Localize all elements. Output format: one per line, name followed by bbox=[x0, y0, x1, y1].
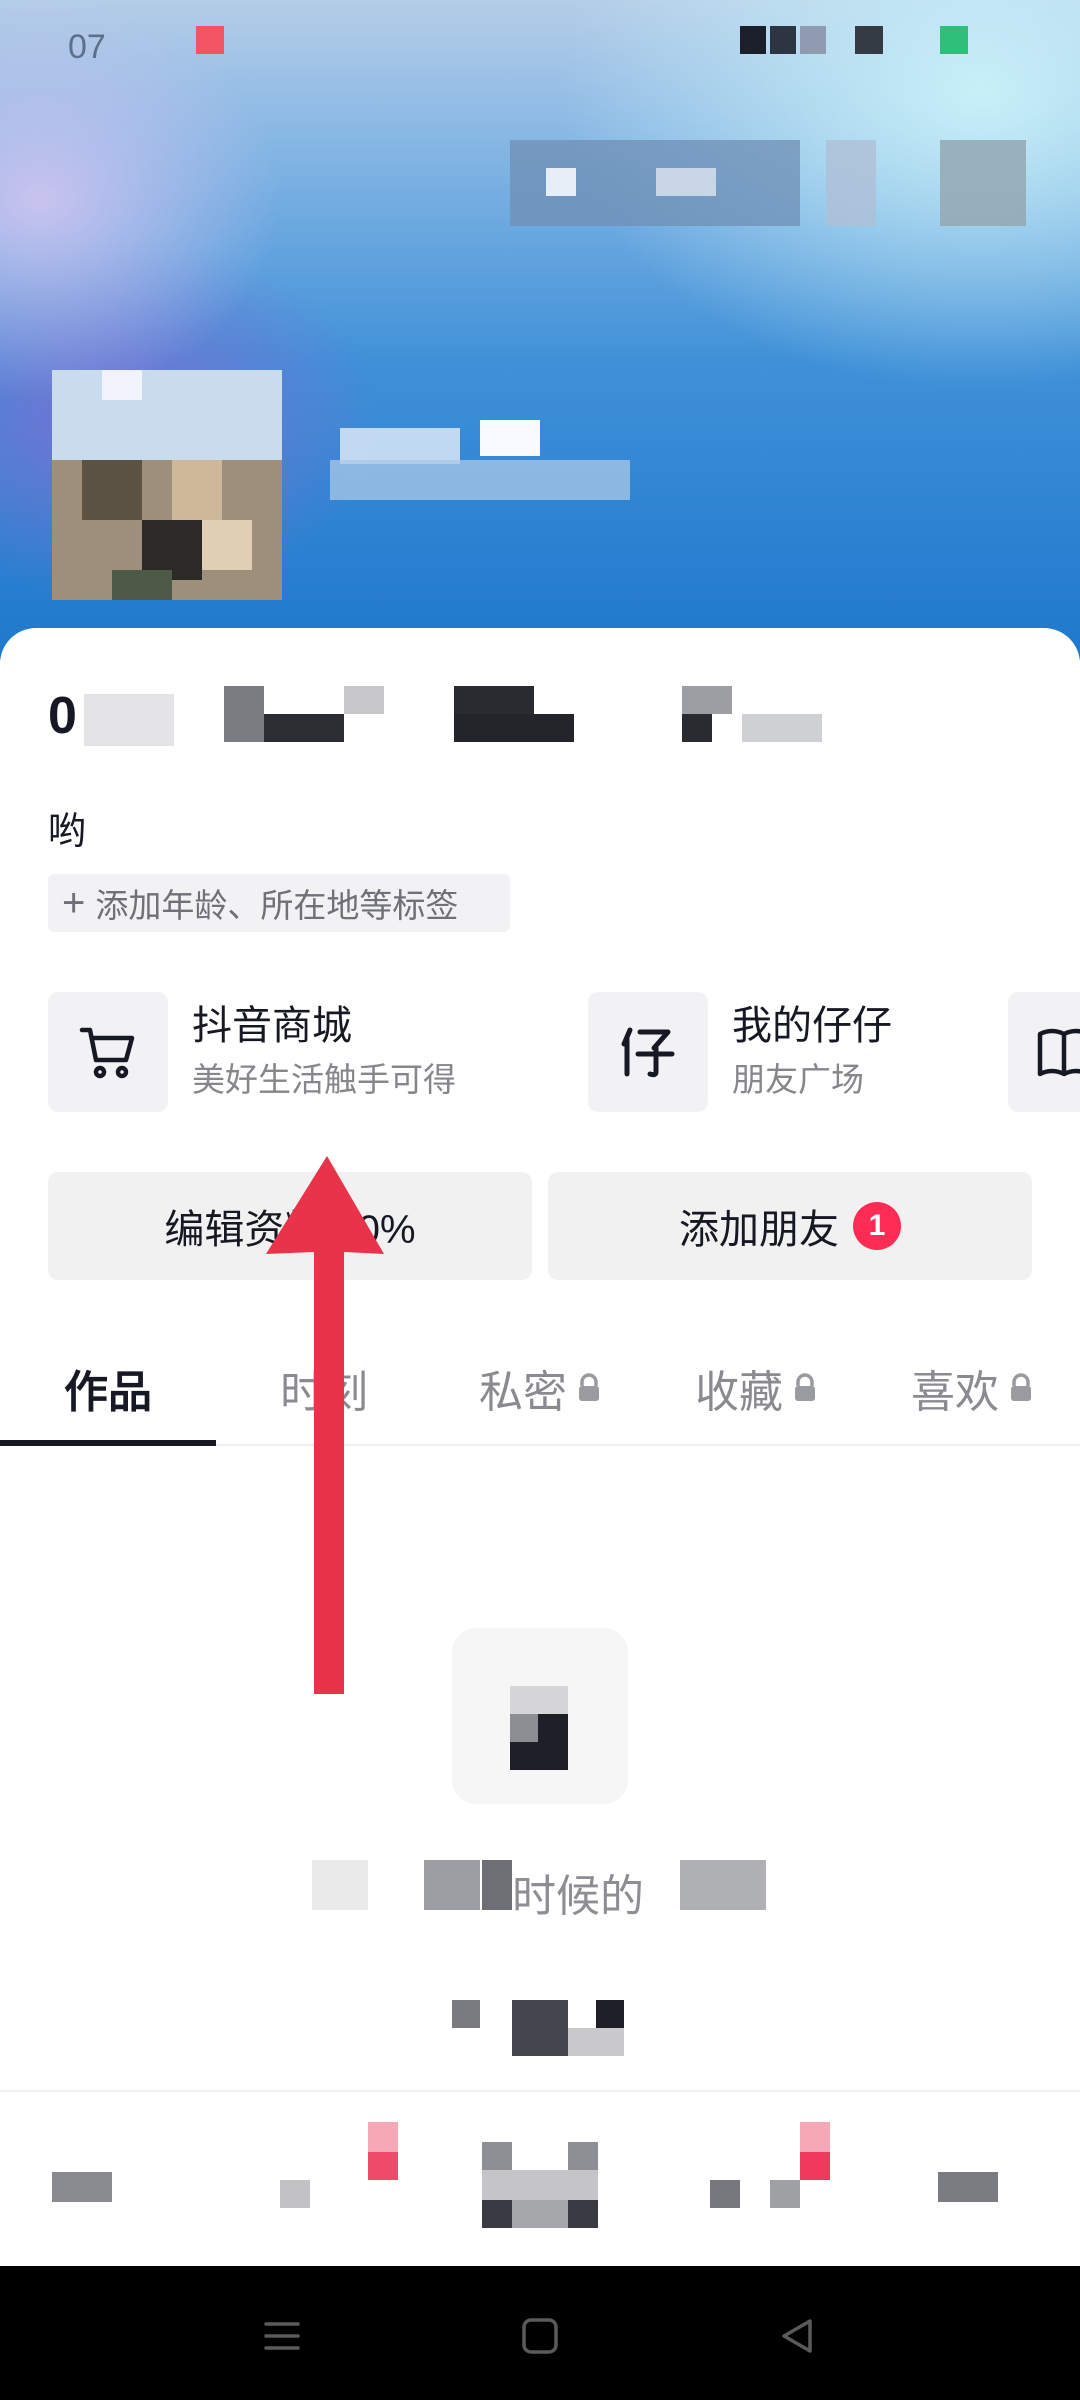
stat-mutual[interactable] bbox=[682, 686, 832, 742]
tab-label: 私密 bbox=[479, 1368, 567, 1417]
tab-friends[interactable] bbox=[280, 2122, 430, 2212]
plus-icon: + bbox=[62, 881, 86, 925]
stat-followers[interactable] bbox=[224, 686, 404, 742]
tab-label: 喜欢 bbox=[911, 1368, 999, 1417]
edit-profile-label: 编辑资料 60% bbox=[164, 1208, 416, 1252]
notification-dot bbox=[196, 26, 224, 54]
back-icon[interactable] bbox=[758, 2296, 838, 2376]
book-icon bbox=[1008, 992, 1080, 1112]
tab-private[interactable]: 私密 bbox=[432, 1330, 648, 1446]
tab-likes[interactable]: 喜欢 bbox=[864, 1330, 1080, 1446]
lock-icon bbox=[1011, 1373, 1031, 1401]
empty-state-icon bbox=[452, 1628, 628, 1804]
tab-me[interactable] bbox=[938, 2172, 998, 2202]
tab-moments[interactable]: 时刻 bbox=[216, 1330, 432, 1446]
more-icon[interactable] bbox=[940, 140, 1026, 226]
tab-messages[interactable] bbox=[710, 2122, 860, 2212]
empty-state-text: 时候的 bbox=[0, 1852, 1080, 1922]
status-icons bbox=[740, 26, 1000, 54]
stat-likes[interactable] bbox=[454, 686, 594, 742]
zaizai-icon bbox=[588, 992, 708, 1112]
tab-label: 作品 bbox=[64, 1368, 152, 1417]
stats-row: 0 bbox=[48, 676, 1048, 756]
add-friends-label: 添加朋友 bbox=[679, 1208, 839, 1252]
status-bar: 07 bbox=[0, 0, 1080, 80]
feature-title: 我的仔仔 bbox=[732, 1004, 892, 1048]
add-friends-button[interactable]: 添加朋友 1 bbox=[548, 1172, 1032, 1280]
stat-following-count: 0 bbox=[48, 687, 77, 745]
active-tab-indicator bbox=[0, 1440, 216, 1446]
header-actions[interactable] bbox=[486, 140, 1026, 226]
feature-douyin-mall[interactable]: 抖音商城 美好生活触手可得 bbox=[48, 992, 568, 1112]
add-tags-label: 添加年龄、所在地等标签 bbox=[95, 887, 459, 924]
tab-home[interactable] bbox=[52, 2172, 112, 2202]
add-tags-chip[interactable]: + 添加年龄、所在地等标签 bbox=[48, 874, 510, 932]
feature-title: 抖音商城 bbox=[192, 1004, 352, 1048]
nickname bbox=[330, 400, 630, 530]
content-tabs: 作品 时刻 私密 收藏 喜欢 bbox=[0, 1330, 1080, 1446]
lock-icon bbox=[795, 1373, 815, 1401]
bottom-tab-bar bbox=[0, 2090, 1080, 2262]
avatar[interactable] bbox=[52, 370, 282, 600]
system-navigation-bar bbox=[0, 2266, 1080, 2400]
menu-icon[interactable] bbox=[242, 2296, 322, 2376]
bio-text: 哟 bbox=[48, 811, 87, 853]
feature-subtitle: 美好生活触手可得 bbox=[192, 1061, 456, 1098]
create-button[interactable] bbox=[482, 2142, 598, 2228]
tab-label: 时刻 bbox=[280, 1368, 368, 1417]
lock-icon bbox=[579, 1373, 599, 1401]
feature-my-zaizai[interactable]: 我的仔仔 朋友广场 bbox=[588, 992, 988, 1112]
shopping-cart-icon bbox=[48, 992, 168, 1112]
tab-label: 收藏 bbox=[695, 1368, 783, 1417]
profile-banner: 07 bbox=[0, 0, 1080, 660]
edit-profile-button[interactable]: 编辑资料 60% bbox=[48, 1172, 532, 1280]
tab-favorites[interactable]: 收藏 bbox=[648, 1330, 864, 1446]
feature-third[interactable] bbox=[1008, 992, 1080, 1112]
feature-subtitle: 朋友广场 bbox=[732, 1061, 864, 1098]
notification-badge: 1 bbox=[853, 1202, 901, 1250]
empty-state-label: 时候的 bbox=[512, 1872, 644, 1921]
tab-works[interactable]: 作品 bbox=[0, 1330, 216, 1446]
home-icon[interactable] bbox=[500, 2296, 580, 2376]
empty-state-subtext bbox=[452, 2000, 628, 2058]
status-time: 07 bbox=[68, 28, 106, 66]
